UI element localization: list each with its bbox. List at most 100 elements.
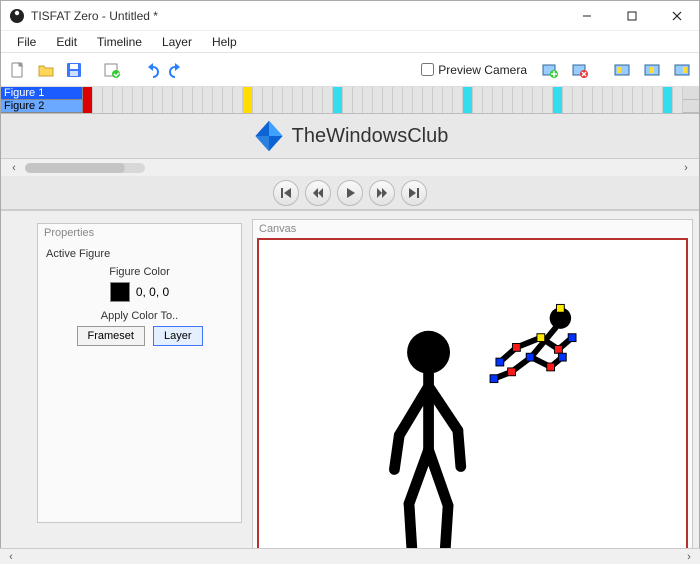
frame-cell[interactable] <box>663 87 673 100</box>
maximize-button[interactable] <box>609 1 654 30</box>
frame-cell[interactable] <box>283 87 293 100</box>
frame-cell[interactable] <box>593 100 603 113</box>
frame-cell[interactable] <box>353 100 363 113</box>
step-forward-button[interactable] <box>369 180 395 206</box>
frame-cell[interactable] <box>173 87 183 100</box>
frame-cell[interactable] <box>583 100 593 113</box>
frame-cell[interactable] <box>233 87 243 100</box>
frame-cell[interactable] <box>653 87 663 100</box>
frame-cell[interactable] <box>623 100 633 113</box>
frame-cell[interactable] <box>633 100 643 113</box>
frame-cell[interactable] <box>613 100 623 113</box>
frame-cell[interactable] <box>403 100 413 113</box>
frame-cell[interactable] <box>423 100 433 113</box>
frame-cell[interactable] <box>503 87 513 100</box>
frame-cell[interactable] <box>413 100 423 113</box>
frame-cell[interactable] <box>163 100 173 113</box>
frame-cell[interactable] <box>103 87 113 100</box>
frame-cell[interactable] <box>153 87 163 100</box>
frame-tool-3-button[interactable] <box>669 57 695 83</box>
frame-cell[interactable] <box>303 100 313 113</box>
frame-cell[interactable] <box>323 87 333 100</box>
frame-cell[interactable] <box>123 100 133 113</box>
save-file-button[interactable] <box>61 57 87 83</box>
frame-cell[interactable] <box>333 100 343 113</box>
frame-cell[interactable] <box>593 87 603 100</box>
frame-cell[interactable] <box>193 100 203 113</box>
frame-cell[interactable] <box>243 100 253 113</box>
play-button[interactable] <box>337 180 363 206</box>
frame-cell[interactable] <box>183 87 193 100</box>
new-file-button[interactable] <box>5 57 31 83</box>
frame-cell[interactable] <box>523 100 533 113</box>
open-file-button[interactable] <box>33 57 59 83</box>
frame-cell[interactable] <box>333 87 343 100</box>
frame-cell[interactable] <box>93 87 103 100</box>
frame-cell[interactable] <box>673 87 683 100</box>
preview-camera-input[interactable] <box>421 63 434 76</box>
frame-grid[interactable] <box>83 87 699 113</box>
frame-cell[interactable] <box>493 100 503 113</box>
export-button[interactable] <box>99 57 125 83</box>
scroll-left-icon[interactable]: ‹ <box>7 162 21 174</box>
frame-cell[interactable] <box>643 100 653 113</box>
frame-cell[interactable] <box>363 87 373 100</box>
color-picker[interactable]: 0, 0, 0 <box>46 282 233 302</box>
frame-cell[interactable] <box>113 100 123 113</box>
undo-button[interactable] <box>137 57 163 83</box>
menu-edit[interactable]: Edit <box>46 32 87 52</box>
frame-cell[interactable] <box>553 87 563 100</box>
frame-cell[interactable] <box>443 87 453 100</box>
frame-cell[interactable] <box>643 87 653 100</box>
frame-cell[interactable] <box>443 100 453 113</box>
goto-start-button[interactable] <box>273 180 299 206</box>
canvas[interactable] <box>257 238 688 563</box>
frame-cell[interactable] <box>563 100 573 113</box>
frame-cell[interactable] <box>603 100 613 113</box>
frame-cell[interactable] <box>623 87 633 100</box>
color-swatch[interactable] <box>110 282 130 302</box>
step-back-button[interactable] <box>305 180 331 206</box>
frame-cell[interactable] <box>273 100 283 113</box>
frame-cell[interactable] <box>143 100 153 113</box>
frame-cell[interactable] <box>323 100 333 113</box>
layer-name-2[interactable]: Figure 2 <box>1 100 83 113</box>
frame-cell[interactable] <box>473 100 483 113</box>
frame-cell[interactable] <box>513 87 523 100</box>
frame-cell[interactable] <box>133 87 143 100</box>
frame-cell[interactable] <box>423 87 433 100</box>
frame-cell[interactable] <box>83 87 93 100</box>
add-layer-button[interactable] <box>537 57 563 83</box>
frame-cell[interactable] <box>193 87 203 100</box>
frame-cell[interactable] <box>83 100 93 113</box>
window-bottom-scrollbar[interactable]: ‹ › <box>0 548 700 564</box>
frame-cell[interactable] <box>143 87 153 100</box>
frame-cell[interactable] <box>403 87 413 100</box>
frame-cell[interactable] <box>363 100 373 113</box>
frame-cell[interactable] <box>133 100 143 113</box>
frame-cell[interactable] <box>483 100 493 113</box>
frame-cell[interactable] <box>113 87 123 100</box>
bottom-scroll-right-icon[interactable]: › <box>682 551 696 563</box>
menu-layer[interactable]: Layer <box>152 32 202 52</box>
frame-cell[interactable] <box>553 100 563 113</box>
frame-cell[interactable] <box>253 100 263 113</box>
frame-cell[interactable] <box>183 100 193 113</box>
frame-cell[interactable] <box>243 87 253 100</box>
frame-cell[interactable] <box>573 87 583 100</box>
frame-cell[interactable] <box>633 87 643 100</box>
frame-cell[interactable] <box>533 100 543 113</box>
frame-cell[interactable] <box>283 100 293 113</box>
frame-cell[interactable] <box>233 100 243 113</box>
frame-cell[interactable] <box>473 87 483 100</box>
frame-cell[interactable] <box>273 87 283 100</box>
frame-cell[interactable] <box>653 100 663 113</box>
frame-cell[interactable] <box>223 87 233 100</box>
timeline-scrollbar[interactable]: ‹ › <box>1 158 699 176</box>
frame-cell[interactable] <box>223 100 233 113</box>
frame-cell[interactable] <box>353 87 363 100</box>
frame-cell[interactable] <box>213 100 223 113</box>
frame-cell[interactable] <box>663 100 673 113</box>
scroll-thumb[interactable] <box>25 163 125 173</box>
canvas-content[interactable] <box>259 240 686 563</box>
